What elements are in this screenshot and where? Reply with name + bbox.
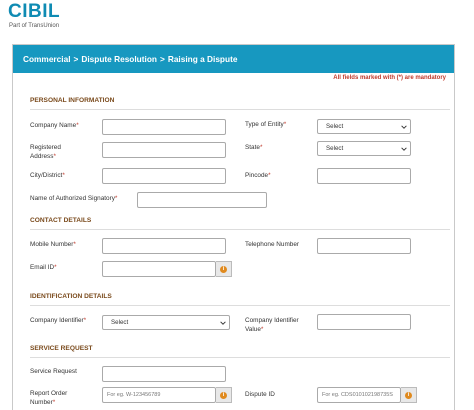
company-identifier-value-input[interactable]	[317, 314, 411, 330]
logo-brand: CIBIL	[8, 1, 61, 22]
company-identifier-value: Select	[111, 319, 129, 326]
cibil-logo: CIBIL Part of TransUnion	[8, 2, 60, 30]
breadcrumb-separator: >	[73, 54, 79, 64]
info-icon: i	[220, 391, 227, 399]
pincode-label: Pincode*	[245, 172, 271, 179]
company-name-label: Company Name*	[30, 122, 79, 129]
email-label: Email ID*	[30, 264, 57, 271]
breadcrumb-item-raising-dispute: Raising a Dispute	[167, 54, 238, 64]
breadcrumb-item-commercial[interactable]: Commercial	[23, 54, 71, 64]
type-of-entity-value: Select	[326, 123, 344, 130]
section-contact-details: CONTACT DETAILS	[30, 217, 450, 230]
dispute-id-input[interactable]: For eg. CDS010102198735S	[317, 387, 401, 403]
authorized-signatory-input[interactable]	[137, 192, 267, 208]
mandatory-note: All fields marked with (*) are mandatory	[333, 75, 446, 81]
registered-address-label: Registered Address*	[30, 144, 61, 160]
breadcrumb-separator: >	[159, 54, 165, 64]
city-input[interactable]	[102, 168, 226, 184]
dispute-id-label: Dispute ID	[245, 391, 275, 398]
chevron-down-icon	[401, 124, 407, 129]
chevron-down-icon	[401, 146, 407, 151]
type-of-entity-label: Type of Entity*	[245, 121, 287, 128]
pincode-input[interactable]	[317, 168, 411, 184]
breadcrumb-item-dispute-resolution[interactable]: Dispute Resolution	[81, 54, 157, 64]
state-select[interactable]: Select	[317, 141, 411, 156]
chevron-down-icon	[220, 320, 226, 325]
breadcrumb: Commercial > Dispute Resolution > Raisin…	[13, 45, 454, 73]
telephone-number-label: Telephone Number	[245, 241, 299, 248]
section-service-request: SERVICE REQUEST	[30, 345, 450, 358]
telephone-number-input[interactable]	[317, 238, 411, 254]
info-icon: i	[220, 265, 227, 273]
report-order-number-label: Report Order Number*	[30, 390, 68, 406]
company-identifier-label: Company Identifier*	[30, 317, 87, 324]
company-identifier-select[interactable]: Select	[102, 315, 230, 330]
state-label: State*	[245, 144, 263, 151]
company-identifier-value-label: Company Identifier Value*	[245, 317, 299, 333]
registered-address-input[interactable]	[102, 142, 226, 158]
report-order-info-button[interactable]: i	[216, 387, 232, 403]
authorized-signatory-label: Name of Authorized Signatory*	[30, 195, 118, 202]
info-icon: i	[405, 391, 412, 399]
service-request-input[interactable]	[102, 366, 226, 382]
city-label: City/District*	[30, 172, 65, 179]
section-personal-information: PERSONAL INFORMATION	[30, 97, 450, 110]
email-info-button[interactable]: i	[216, 261, 232, 277]
mobile-number-input[interactable]	[102, 238, 226, 254]
type-of-entity-select[interactable]: Select	[317, 119, 411, 134]
service-request-label: Service Request	[30, 368, 77, 375]
state-value: Select	[326, 145, 344, 152]
email-input[interactable]	[102, 261, 216, 277]
report-order-number-input[interactable]: For eg. W-123456789	[102, 387, 216, 403]
mobile-number-label: Mobile Number*	[30, 241, 76, 248]
section-identification-details: IDENTIFICATION DETAILS	[30, 293, 450, 306]
logo-tagline: Part of TransUnion	[9, 23, 60, 29]
dispute-id-info-button[interactable]: i	[401, 387, 417, 403]
dispute-form-panel: Commercial > Dispute Resolution > Raisin…	[12, 44, 455, 410]
company-name-input[interactable]	[102, 119, 226, 135]
